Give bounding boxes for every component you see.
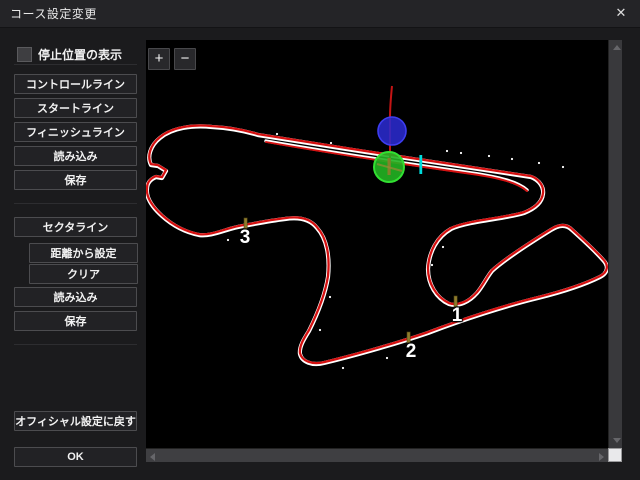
show-stop-position-label: 停止位置の表示 [38, 46, 122, 63]
distance-tick-cyan [419, 155, 422, 174]
start-line-button[interactable]: スタートライン [14, 98, 137, 118]
sector-label-1: 1 [452, 305, 463, 327]
scroll-right-icon[interactable] [599, 453, 604, 461]
load-sectors-button[interactable]: 読み込み [14, 287, 137, 307]
finish-line-button[interactable]: フィニッシュライン [14, 122, 137, 142]
save-lines-button[interactable]: 保存 [14, 170, 137, 190]
course-settings-dialog: コース設定変更 ✕ 停止位置の表示 コントロールライン スタートライン フィニッ… [0, 0, 640, 480]
map-vertical-scrollbar[interactable] [608, 40, 622, 448]
sector-label-3: 3 [240, 227, 251, 249]
scroll-up-icon[interactable] [613, 45, 621, 50]
track-map-viewport[interactable]: + − 1 2 3 [146, 40, 608, 448]
control-line-button[interactable]: コントロールライン [14, 74, 137, 94]
ok-button[interactable]: OK [14, 447, 137, 467]
sector-label-2: 2 [406, 341, 417, 363]
save-sectors-button[interactable]: 保存 [14, 311, 137, 331]
position-marker-blue[interactable] [378, 117, 406, 145]
set-from-distance-button[interactable]: 距離から設定 [29, 243, 138, 263]
dialog-title: コース設定変更 [0, 5, 97, 22]
track-map-svg [146, 40, 608, 448]
map-zoom-out-button[interactable]: − [174, 48, 196, 70]
load-lines-button[interactable]: 読み込み [14, 146, 137, 166]
sector-line-button[interactable]: セクタライン [14, 217, 137, 237]
scrollbar-corner[interactable] [608, 448, 622, 462]
divider [14, 344, 137, 345]
map-horizontal-scrollbar[interactable] [146, 448, 608, 462]
divider [14, 203, 137, 204]
sidebar: 停止位置の表示 コントロールライン スタートライン フィニッシュライン 読み込み… [0, 27, 146, 480]
scroll-left-icon[interactable] [150, 453, 155, 461]
show-stop-position-row[interactable]: 停止位置の表示 [17, 46, 122, 63]
sector-ticks [244, 218, 457, 343]
divider [14, 64, 137, 65]
close-icon[interactable]: ✕ [610, 3, 632, 23]
title-bar: コース設定変更 ✕ [0, 0, 640, 28]
show-stop-position-checkbox[interactable] [17, 47, 32, 62]
restore-official-button[interactable]: オフィシャル設定に戻す [14, 411, 137, 431]
map-zoom-in-button[interactable]: + [148, 48, 170, 70]
clear-button[interactable]: クリア [29, 264, 138, 284]
scroll-down-icon[interactable] [613, 438, 621, 443]
